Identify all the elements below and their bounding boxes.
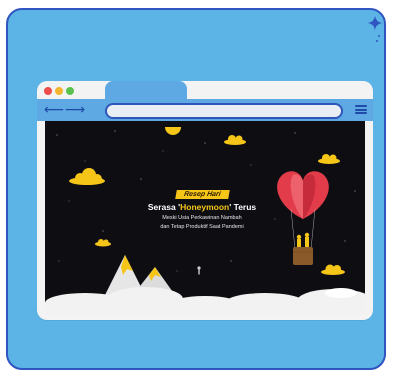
hamburger-menu-icon[interactable] — [355, 105, 367, 114]
subheadline-line-1: Meski Usia Perkawinan Nambah — [162, 215, 242, 221]
balloon-basket — [293, 247, 313, 265]
gold-cloud-right — [318, 154, 340, 164]
illustration-card: ⟵ ⟶ Resep Hari Serasa 'Honeymoon' Terus … — [6, 8, 386, 370]
cloud-highlight — [325, 288, 357, 298]
gold-cloud-center — [224, 135, 246, 145]
minimize-dot[interactable] — [55, 87, 63, 95]
gold-cloud-lower-right — [321, 264, 345, 275]
gold-cloud-small — [95, 239, 111, 247]
browser-toolbar: ⟵ ⟶ — [37, 99, 373, 121]
gold-cloud-top — [165, 127, 181, 135]
browser-window: ⟵ ⟶ Resep Hari Serasa 'Honeymoon' Terus … — [37, 81, 373, 320]
category-tag: Resep Hari — [174, 190, 230, 199]
gold-cloud-left — [69, 168, 105, 185]
back-arrow-icon[interactable]: ⟵ — [44, 102, 64, 118]
bottom-clouds — [45, 287, 365, 315]
forward-arrow-icon[interactable]: ⟶ — [65, 102, 85, 118]
headline: Serasa 'Honeymoon' Terus — [147, 202, 257, 212]
subheadline-line-2: dan Tetap Produktif Saat Pandemi — [160, 224, 244, 230]
window-controls — [44, 87, 74, 95]
address-bar[interactable] — [105, 103, 343, 119]
browser-tab[interactable] — [105, 81, 187, 101]
balloon-passengers — [296, 232, 310, 248]
hot-air-balloon — [277, 171, 329, 265]
tiny-figure — [197, 266, 201, 275]
banner-text: Resep Hari Serasa 'Honeymoon' Terus Mesk… — [135, 183, 269, 231]
banner-scene: Resep Hari Serasa 'Honeymoon' Terus Mesk… — [45, 121, 365, 315]
headline-highlight: Honeymoon — [180, 202, 230, 212]
close-dot[interactable] — [44, 87, 52, 95]
maximize-dot[interactable] — [66, 87, 74, 95]
sparkle-icon — [368, 16, 382, 42]
